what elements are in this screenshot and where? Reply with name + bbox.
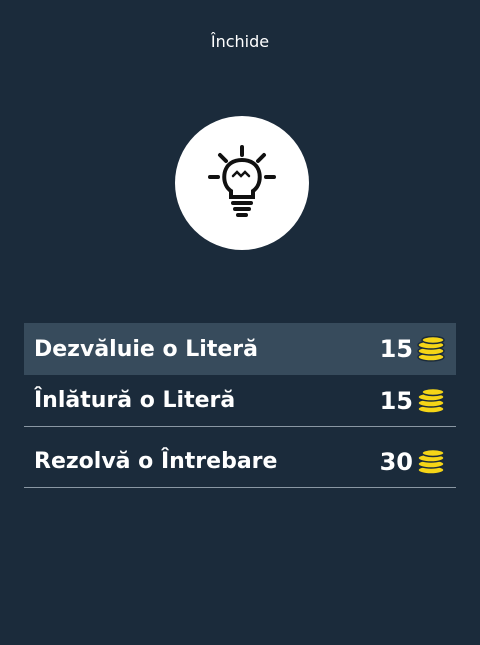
option-solve-question[interactable]: Rezolvă o Întrebare 30 xyxy=(24,436,456,488)
coins-icon xyxy=(417,387,445,414)
price-value: 15 xyxy=(379,386,413,415)
lightbulb-icon xyxy=(208,145,276,217)
option-price: 15 xyxy=(380,387,446,415)
coins-icon xyxy=(417,336,445,362)
option-price: 15 xyxy=(380,335,446,363)
hint-options-list: Dezvăluie o Literă 15 Înlătură o Literă … xyxy=(24,323,456,488)
price-value: 30 xyxy=(379,447,413,476)
hint-dialog: Închide Dezvăluie o Literă 15 Înlătură o… xyxy=(0,0,480,645)
price-value: 15 xyxy=(379,335,413,363)
coins-icon xyxy=(417,448,445,475)
option-remove-letter[interactable]: Înlătură o Literă 15 xyxy=(24,375,456,427)
option-label: Rezolvă o Întrebare xyxy=(34,449,278,474)
hint-badge xyxy=(175,116,309,250)
option-price: 30 xyxy=(380,448,446,476)
close-button[interactable]: Închide xyxy=(0,30,480,54)
option-label: Dezvăluie o Literă xyxy=(34,336,258,362)
option-reveal-letter[interactable]: Dezvăluie o Literă 15 xyxy=(24,323,456,375)
option-label: Înlătură o Literă xyxy=(34,388,236,413)
